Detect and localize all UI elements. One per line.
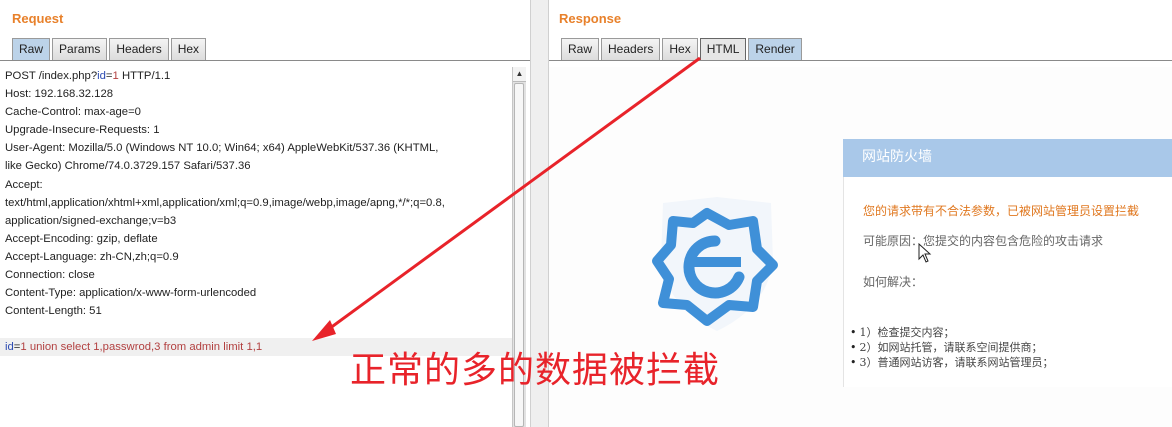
annotation-text: 正常的多的数据被拦截 xyxy=(350,350,721,391)
